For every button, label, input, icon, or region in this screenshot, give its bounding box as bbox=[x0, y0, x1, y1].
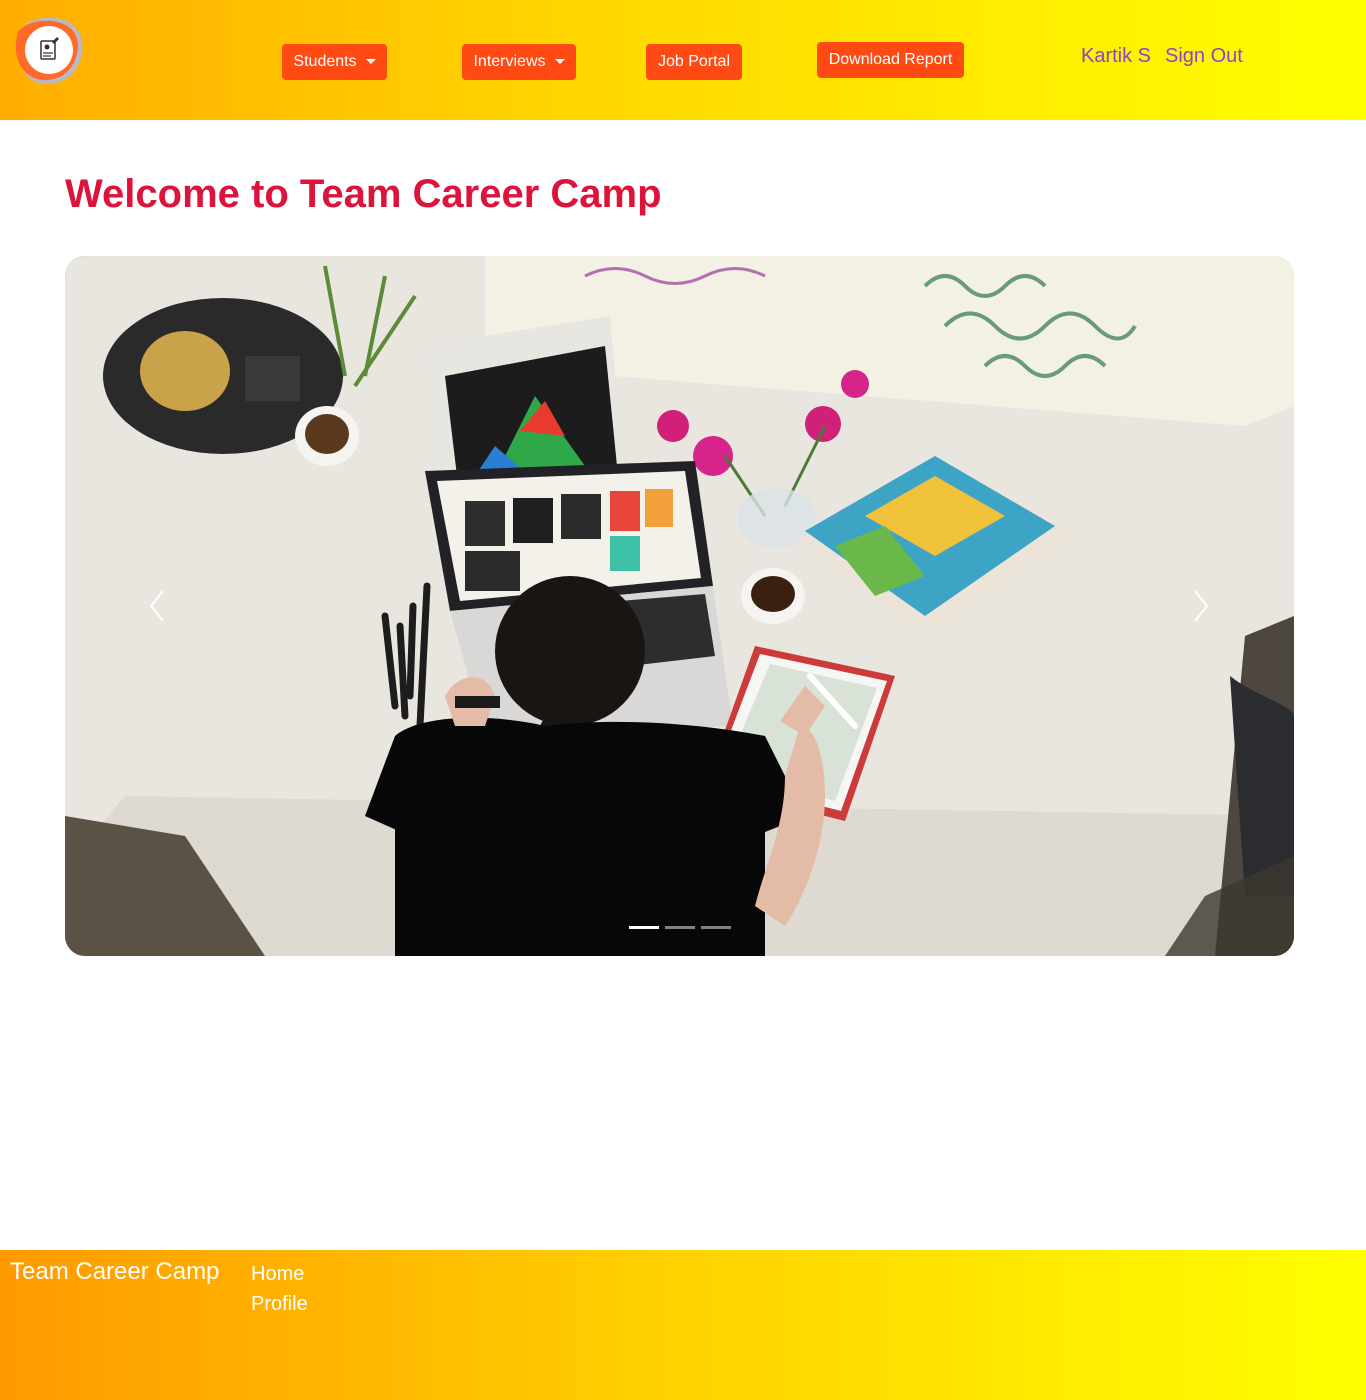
image-carousel bbox=[65, 256, 1294, 956]
students-label: Students bbox=[293, 53, 357, 70]
footer-link-home[interactable]: Home bbox=[251, 1259, 308, 1289]
students-dropdown-button[interactable]: Students bbox=[282, 44, 387, 80]
interviews-label: Interviews bbox=[473, 53, 546, 70]
sign-out-link[interactable]: Sign Out bbox=[1165, 45, 1243, 68]
interviews-dropdown-button[interactable]: Interviews bbox=[462, 44, 576, 80]
download-report-button[interactable]: Download Report bbox=[817, 42, 964, 78]
page-title: Welcome to Team Career Camp bbox=[65, 172, 662, 216]
footer-link-profile[interactable]: Profile bbox=[251, 1289, 308, 1319]
app-logo[interactable] bbox=[14, 14, 86, 86]
download-report-label: Download Report bbox=[828, 51, 953, 68]
chevron-right-icon bbox=[1194, 590, 1209, 622]
user-name-link[interactable]: Kartik S bbox=[1081, 45, 1151, 68]
top-navbar: Students Interviews Job Portal Download … bbox=[0, 0, 1366, 120]
footer-brand: Team Career Camp bbox=[10, 1258, 220, 1285]
carousel-indicator-1[interactable] bbox=[629, 926, 659, 929]
chevron-left-icon bbox=[149, 590, 164, 622]
footer: Team Career Camp Home Profile bbox=[0, 1250, 1366, 1400]
carousel-indicators bbox=[629, 926, 731, 929]
carousel-slide-image bbox=[65, 256, 1294, 956]
job-portal-label: Job Portal bbox=[657, 53, 731, 70]
caret-down-icon bbox=[365, 58, 376, 64]
carousel-indicator-2[interactable] bbox=[665, 926, 695, 929]
carousel-prev-control[interactable] bbox=[137, 586, 177, 626]
carousel-next-control[interactable] bbox=[1181, 586, 1221, 626]
job-portal-button[interactable]: Job Portal bbox=[646, 44, 742, 80]
footer-links: Home Profile bbox=[251, 1259, 308, 1319]
carousel-indicator-3[interactable] bbox=[701, 926, 731, 929]
caret-down-icon bbox=[554, 58, 565, 64]
resume-badge-icon bbox=[15, 17, 83, 85]
